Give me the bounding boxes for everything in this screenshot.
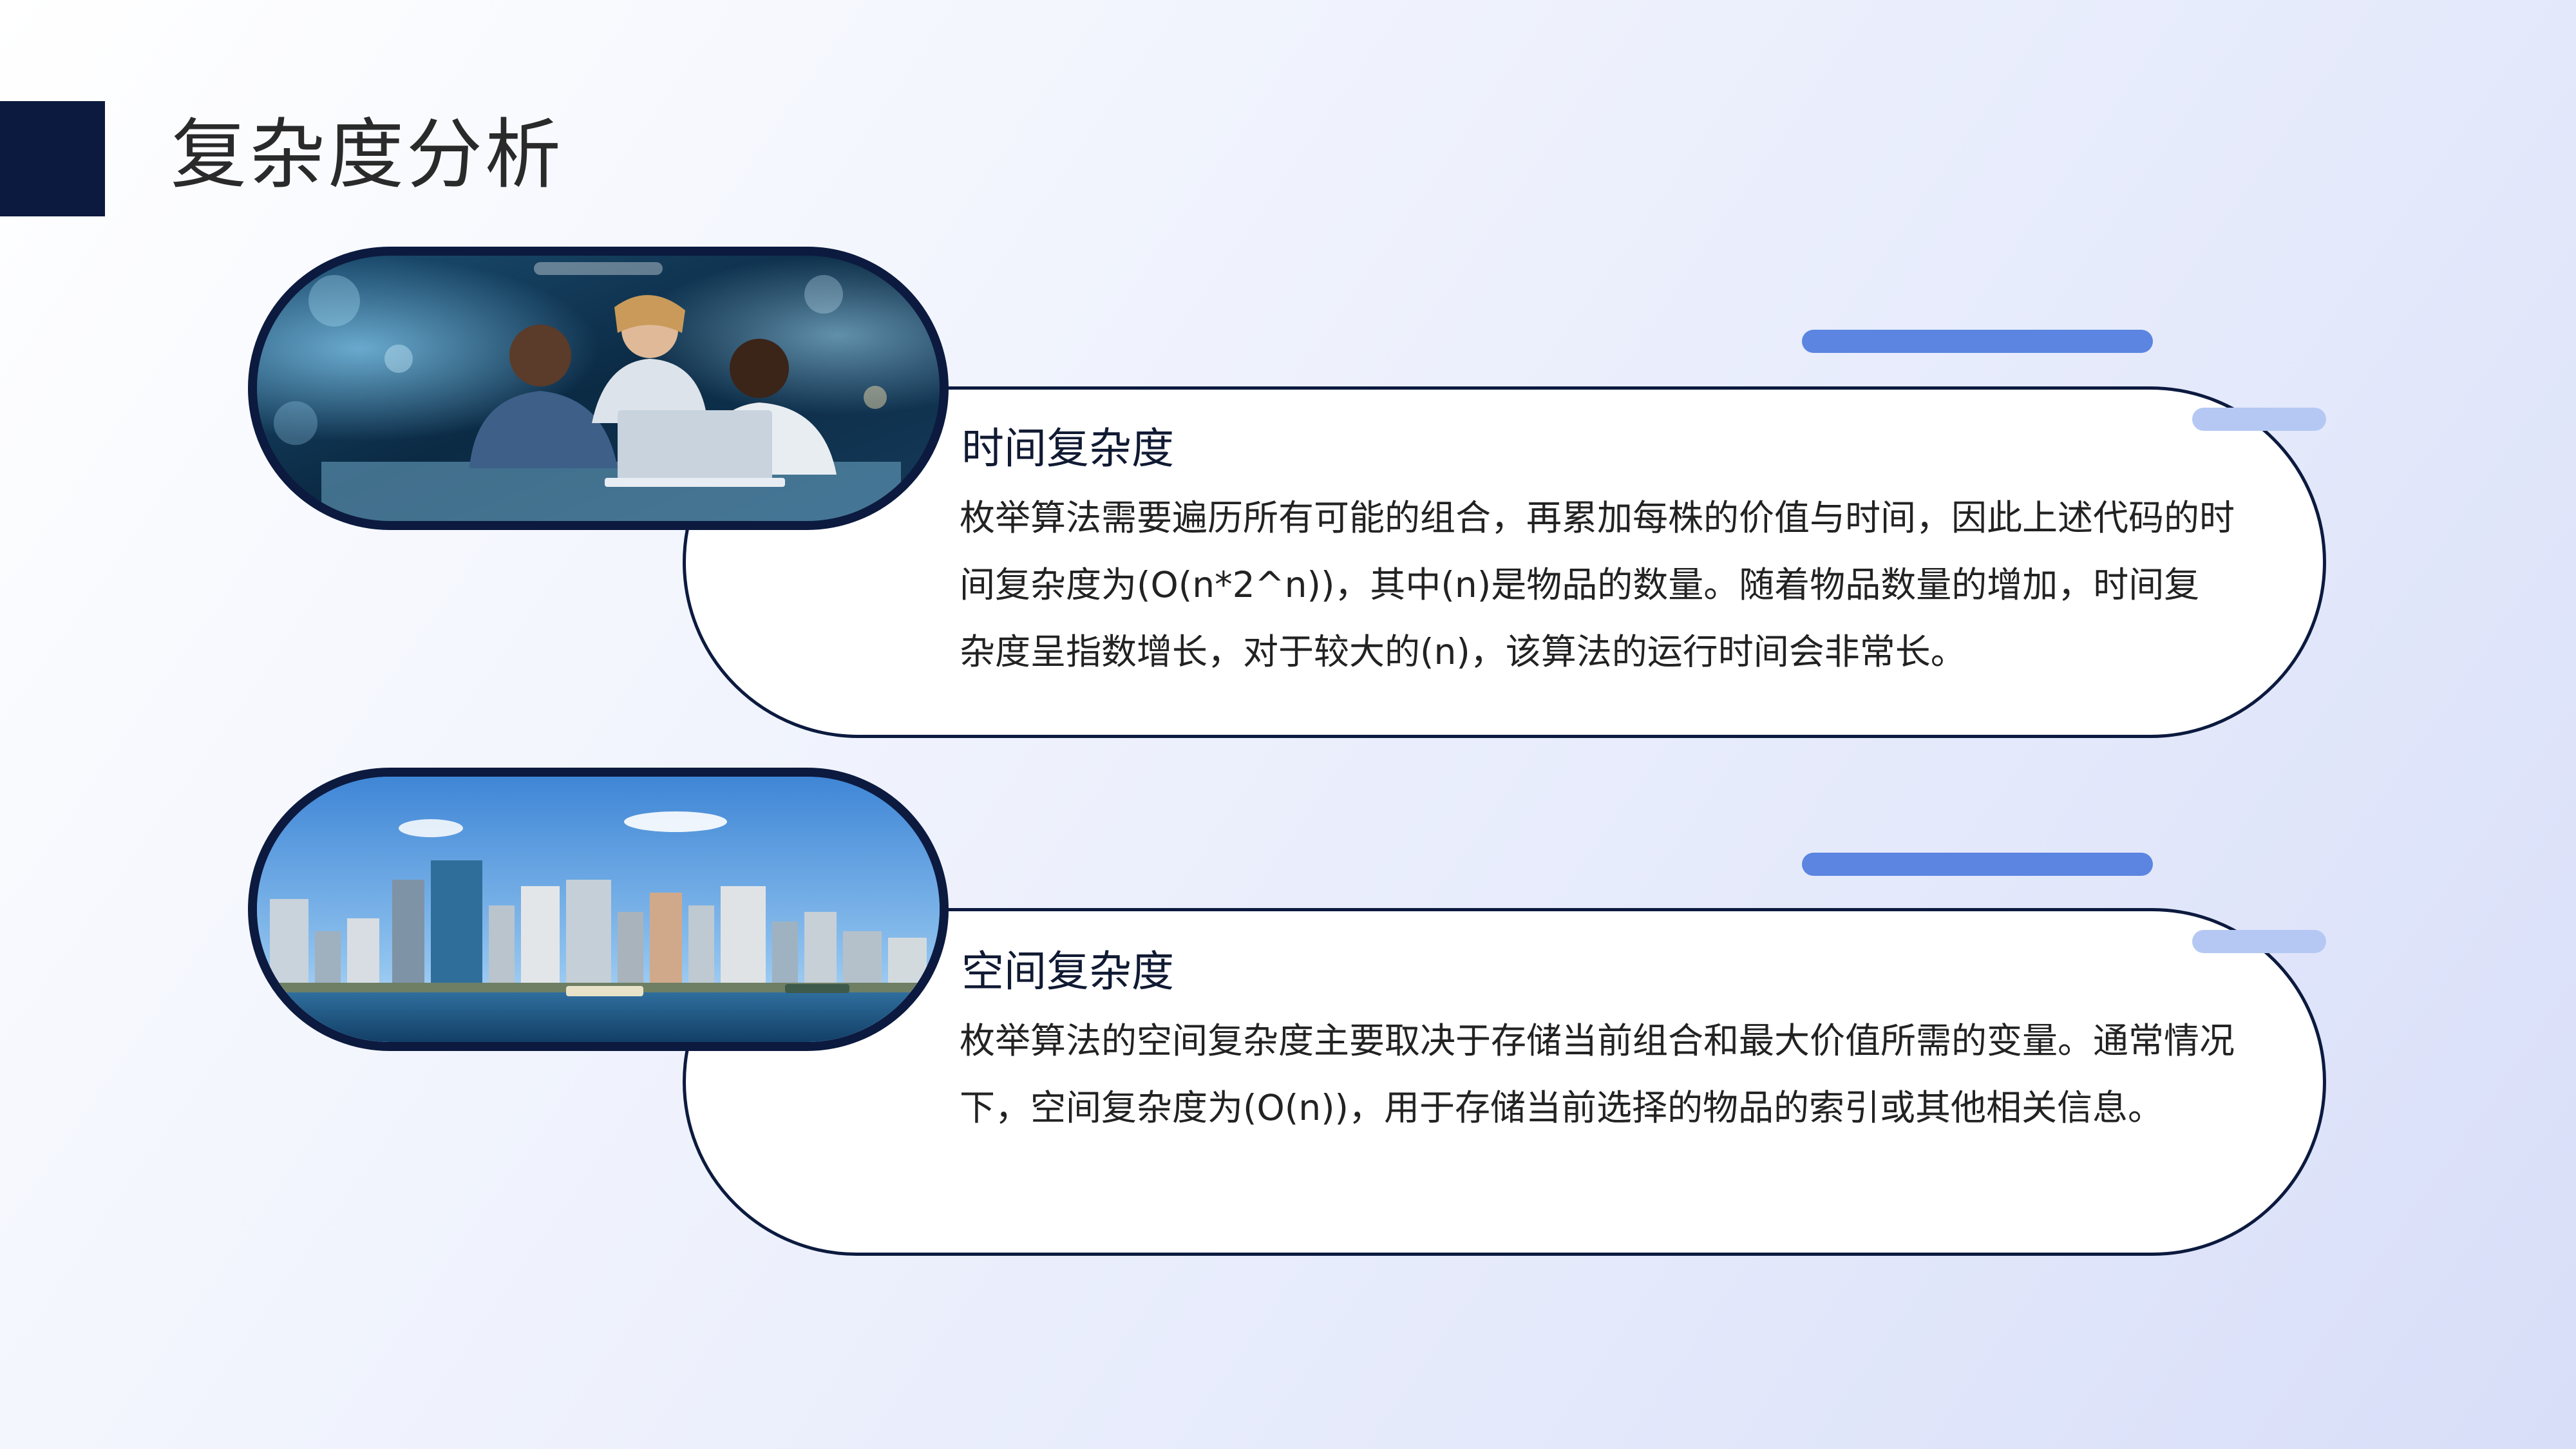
decor-bar-short (2192, 408, 2326, 431)
decor-bar-short (2192, 930, 2326, 953)
team-photo-image (257, 256, 940, 521)
city-photo-image (257, 777, 940, 1042)
city-photo (248, 768, 949, 1051)
page-title: 复杂度分析 (171, 110, 564, 199)
decor-bar-long (1802, 330, 2153, 353)
section-body-time: 枚举算法需要遍历所有可能的组合，再累加每株的价值与时间，因此上述代码的时间复杂度… (960, 497, 2235, 672)
title-accent-bar (0, 101, 105, 216)
section-title-time: 时间复杂度 (961, 424, 1174, 473)
section-title-space: 空间复杂度 (961, 947, 1174, 996)
team-photo (248, 247, 949, 530)
decor-bar-long (1802, 853, 2153, 876)
section-body-space: 枚举算法的空间复杂度主要取决于存储当前组合和最大价值所需的变量。通常情况下，空间… (960, 1020, 2235, 1128)
slide: 复杂度分析 时间复杂度 枚举算法需要遍历所有可能的组合，再累加每株的价值与时间，… (0, 0, 2576, 1449)
